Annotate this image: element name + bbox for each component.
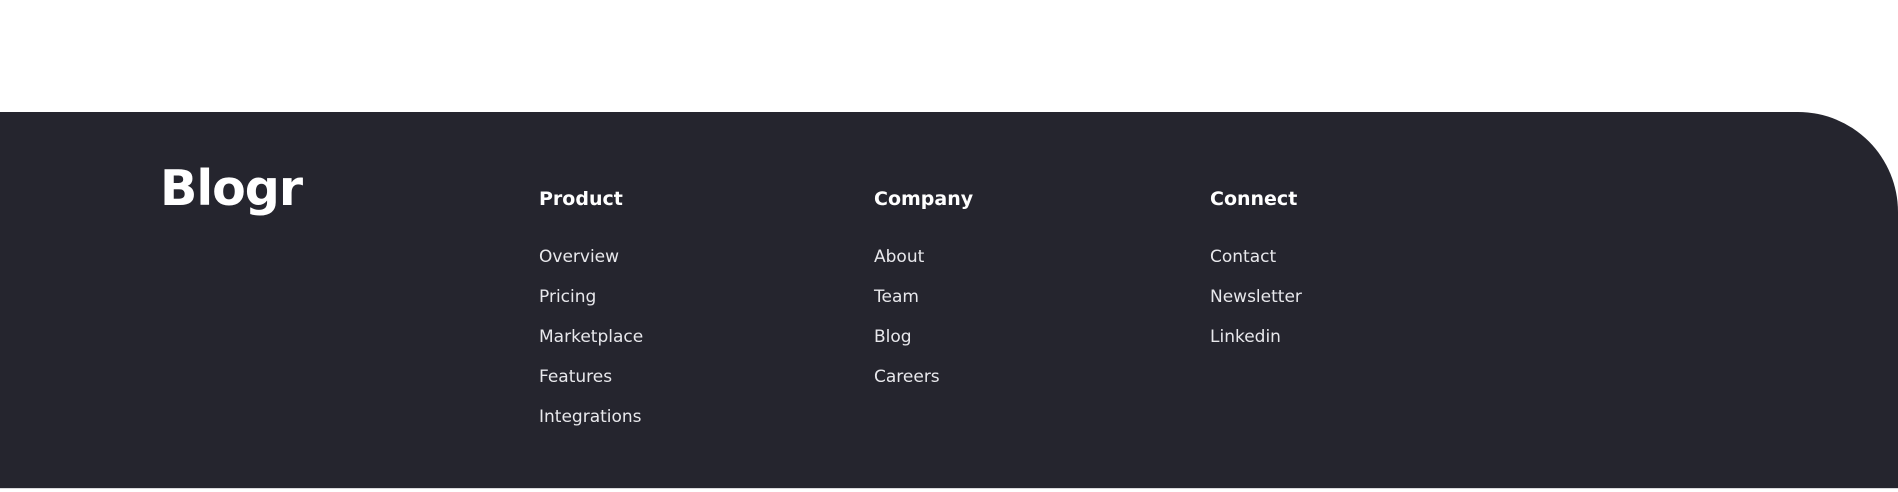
footer-list-item: Linkedin: [1210, 326, 1510, 366]
footer-link-list-company: About Team Blog Careers: [874, 246, 1174, 406]
footer-link-overview[interactable]: Overview: [539, 247, 619, 267]
footer-column-connect: Connect Contact Newsletter Linkedin: [1210, 188, 1510, 366]
footer-link-features[interactable]: Features: [539, 367, 612, 387]
footer-link-about[interactable]: About: [874, 247, 924, 267]
page: Blogr Product Overview Pricing Marketpla…: [0, 0, 1898, 492]
footer-link-team[interactable]: Team: [874, 287, 919, 307]
footer-column-title-company: Company: [874, 188, 974, 210]
footer-list-item: Newsletter: [1210, 286, 1510, 326]
footer-list-item: Careers: [874, 366, 1174, 406]
footer-link-contact[interactable]: Contact: [1210, 247, 1276, 267]
footer-link-list-product: Overview Pricing Marketplace Features In…: [539, 246, 839, 446]
footer-list-item: Contact: [1210, 246, 1510, 286]
footer-list-item: Integrations: [539, 406, 839, 446]
footer-list-item: Blog: [874, 326, 1174, 366]
footer-column-title-connect: Connect: [1210, 188, 1298, 210]
footer-link-newsletter[interactable]: Newsletter: [1210, 287, 1302, 307]
page-bottom-divider: [0, 488, 1898, 489]
footer-link-careers[interactable]: Careers: [874, 367, 940, 387]
footer-link-list-connect: Contact Newsletter Linkedin: [1210, 246, 1510, 366]
footer-list-item: Team: [874, 286, 1174, 326]
footer-list-item: About: [874, 246, 1174, 286]
site-footer: Blogr Product Overview Pricing Marketpla…: [0, 112, 1898, 488]
footer-column-product: Product Overview Pricing Marketplace Fea…: [539, 188, 839, 446]
footer-logo[interactable]: Blogr: [160, 164, 303, 213]
footer-link-linkedin[interactable]: Linkedin: [1210, 327, 1281, 347]
footer-list-item: Overview: [539, 246, 839, 286]
footer-link-marketplace[interactable]: Marketplace: [539, 327, 643, 347]
footer-column-title-product: Product: [539, 188, 623, 210]
footer-link-blog[interactable]: Blog: [874, 327, 912, 347]
footer-link-pricing[interactable]: Pricing: [539, 287, 596, 307]
footer-list-item: Pricing: [539, 286, 839, 326]
footer-link-integrations[interactable]: Integrations: [539, 407, 642, 427]
footer-column-company: Company About Team Blog Careers: [874, 188, 1174, 406]
footer-list-item: Marketplace: [539, 326, 839, 366]
footer-list-item: Features: [539, 366, 839, 406]
